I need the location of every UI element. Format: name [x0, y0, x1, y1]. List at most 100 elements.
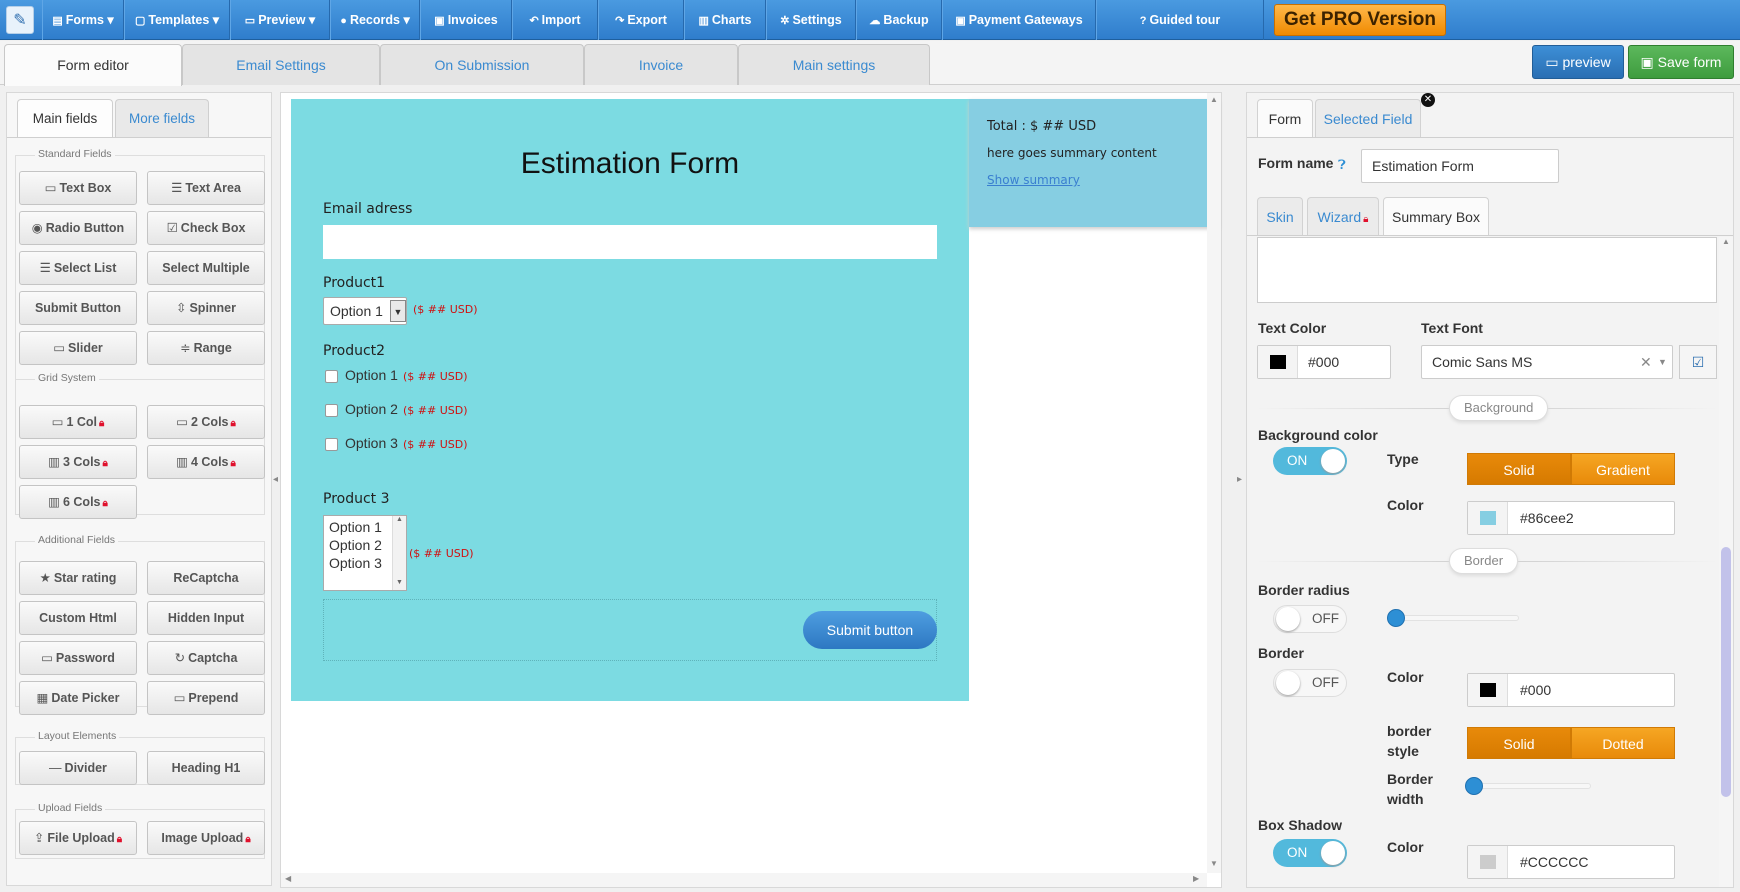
get-pro-button[interactable]: Get PRO Version: [1274, 4, 1446, 36]
recaptcha-button[interactable]: ReCaptcha: [147, 561, 265, 595]
app-logo-icon[interactable]: ✎: [6, 6, 34, 34]
product3-multiselect[interactable]: Option 1 Option 2 Option 3 ▲ ▼: [323, 515, 407, 591]
cloud-icon: ☁: [869, 15, 881, 27]
product3-scrollbar[interactable]: ▲ ▼: [392, 516, 406, 590]
slider-button[interactable]: ▭ Slider: [19, 331, 137, 365]
background-toggle[interactable]: ON: [1273, 447, 1347, 475]
close-icon[interactable]: ✕: [1421, 93, 1435, 107]
tab-more-fields[interactable]: More fields: [115, 99, 209, 137]
font-checkbox[interactable]: ☑: [1679, 345, 1717, 379]
nav-templates[interactable]: ▢ Templates ▾: [124, 0, 230, 40]
canvas-horizontal-scrollbar[interactable]: ◀ ▶: [281, 873, 1207, 887]
canvas-vertical-scrollbar[interactable]: ▲ ▼: [1207, 93, 1221, 873]
product3-option-2: Option 2: [329, 537, 382, 553]
summary-content-textarea[interactable]: [1257, 237, 1717, 303]
collapse-right-icon[interactable]: ▸: [1237, 474, 1242, 485]
captcha-button[interactable]: ↻ Captcha: [147, 641, 265, 675]
tab-selected-field[interactable]: Selected Field: [1315, 99, 1421, 137]
collapse-left-icon[interactable]: ◂: [273, 474, 278, 485]
nav-forms[interactable]: ▤ Forms ▾: [42, 0, 124, 40]
text-color-input[interactable]: #000: [1257, 345, 1391, 379]
select-list-button[interactable]: ☰ Select List: [19, 251, 137, 285]
nav-export[interactable]: ↷ Export: [598, 0, 684, 40]
nav-charts[interactable]: ▥ Charts: [684, 0, 766, 40]
three-cols-button[interactable]: ▥ 3 Cols 🔒︎: [19, 445, 137, 479]
prepend-button[interactable]: ▭ Prepend: [147, 681, 265, 715]
monitor-icon: ▭: [1545, 54, 1563, 70]
save-form-button[interactable]: ▣ Save form: [1628, 45, 1734, 79]
text-font-select[interactable]: Comic Sans MS ✕ ▼: [1421, 345, 1673, 379]
tab-invoice[interactable]: Invoice: [584, 44, 738, 85]
border-radius-slider[interactable]: [1391, 615, 1519, 621]
range-button[interactable]: ≑ Range: [147, 331, 265, 365]
divider-button[interactable]: — Divider: [19, 751, 137, 785]
radio-button-button[interactable]: ◉ Radio Button: [19, 211, 137, 245]
preview-button[interactable]: ▭ preview: [1532, 45, 1624, 79]
nav-payment-gateways[interactable]: ▣ Payment Gateways: [942, 0, 1096, 40]
nav-import[interactable]: ↶ Import: [512, 0, 598, 40]
four-cols-button[interactable]: ▥ 4 Cols 🔒︎: [147, 445, 265, 479]
chevron-down-icon: ▼: [390, 300, 406, 322]
type-solid-button[interactable]: Solid: [1467, 453, 1571, 485]
border-style-dotted-button[interactable]: Dotted: [1571, 727, 1675, 759]
type-gradient-button[interactable]: Gradient: [1571, 453, 1675, 485]
product2-checkbox-3[interactable]: [325, 438, 338, 451]
help-icon[interactable]: ❓︎: [1338, 157, 1346, 173]
bg-color-input[interactable]: #86cee2: [1467, 501, 1675, 535]
shadow-color-input[interactable]: #CCCCCC: [1467, 845, 1675, 879]
refresh-icon: ↻: [174, 651, 186, 665]
date-picker-button[interactable]: ▦ Date Picker: [19, 681, 137, 715]
editor-tab-bar: Form editor Email Settings On Submission…: [0, 41, 1740, 86]
tab-form[interactable]: Form: [1257, 99, 1313, 137]
clear-icon[interactable]: ✕: [1640, 346, 1652, 378]
border-toggle[interactable]: OFF: [1273, 669, 1347, 697]
nav-preview[interactable]: ▭ Preview ▾: [230, 0, 330, 40]
six-cols-button[interactable]: ▥ 6 Cols 🔒︎: [19, 485, 137, 519]
product2-checkbox-2[interactable]: [325, 404, 338, 417]
submit-button-button[interactable]: Submit Button: [19, 291, 137, 325]
tab-on-submission[interactable]: On Submission: [380, 44, 584, 85]
tab-form-editor[interactable]: Form editor: [4, 44, 182, 86]
nav-guided-tour[interactable]: ? Guided tour: [1096, 0, 1264, 40]
select-multiple-button[interactable]: Select Multiple: [147, 251, 265, 285]
nav-records[interactable]: ● Records ▾: [330, 0, 420, 40]
submit-button[interactable]: Submit button: [803, 611, 937, 649]
tab-summary-box[interactable]: Summary Box: [1383, 197, 1489, 235]
product2-checkbox-1[interactable]: [325, 370, 338, 383]
star-rating-button[interactable]: ★ Star rating: [19, 561, 137, 595]
custom-html-button[interactable]: Custom Html: [19, 601, 137, 635]
border-radius-slider-handle[interactable]: [1387, 609, 1405, 627]
tab-main-settings[interactable]: Main settings: [738, 44, 930, 85]
nav-invoices[interactable]: ▣ Invoices: [420, 0, 512, 40]
text-box-button[interactable]: ▭ Text Box: [19, 171, 137, 205]
properties-scrollbar[interactable]: ▲: [1719, 237, 1733, 887]
swatch-container: [1468, 846, 1508, 878]
password-button[interactable]: ▭ Password: [19, 641, 137, 675]
border-radius-toggle[interactable]: OFF: [1273, 605, 1347, 633]
tab-email-settings[interactable]: Email Settings: [182, 44, 380, 85]
hidden-input-button[interactable]: Hidden Input: [147, 601, 265, 635]
nav-backup[interactable]: ☁ Backup: [856, 0, 942, 40]
border-width-slider[interactable]: [1469, 783, 1591, 789]
box-shadow-toggle[interactable]: ON: [1273, 839, 1347, 867]
image-upload-button[interactable]: Image Upload 🔒︎: [147, 821, 265, 855]
tab-skin[interactable]: Skin: [1257, 197, 1303, 235]
email-input[interactable]: [323, 225, 937, 259]
form-name-input[interactable]: Estimation Form: [1361, 149, 1559, 183]
show-summary-link[interactable]: Show summary: [987, 173, 1080, 187]
tab-wizard[interactable]: Wizard 🔒︎: [1307, 197, 1379, 235]
border-style-solid-button[interactable]: Solid: [1467, 727, 1571, 759]
scrollbar-thumb[interactable]: [1721, 547, 1731, 797]
text-area-button[interactable]: ☰ Text Area: [147, 171, 265, 205]
one-col-button[interactable]: ▭ 1 Col 🔒︎: [19, 405, 137, 439]
check-box-button[interactable]: ☑ Check Box: [147, 211, 265, 245]
product1-select[interactable]: Option 1 ▼: [323, 297, 407, 325]
nav-settings[interactable]: ✲ Settings: [766, 0, 856, 40]
two-cols-button[interactable]: ▭ 2 Cols 🔒︎: [147, 405, 265, 439]
border-color-input[interactable]: #000: [1467, 673, 1675, 707]
border-width-slider-handle[interactable]: [1465, 777, 1483, 795]
tab-main-fields[interactable]: Main fields: [17, 99, 113, 137]
heading-h1-button[interactable]: Heading H1: [147, 751, 265, 785]
spinner-button[interactable]: ⇳ Spinner: [147, 291, 265, 325]
file-upload-button[interactable]: ⇪ File Upload 🔒︎: [19, 821, 137, 855]
